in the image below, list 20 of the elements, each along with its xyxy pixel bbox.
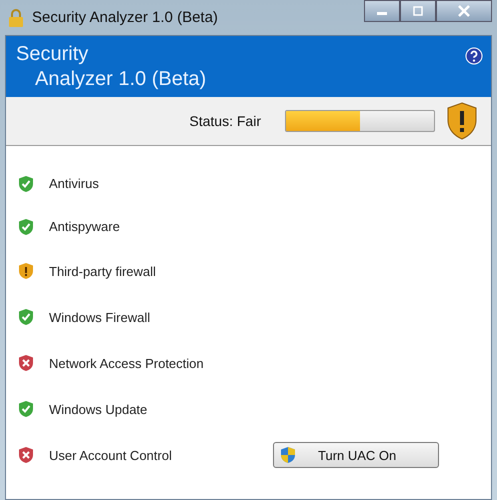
check-label: Windows Firewall [49,310,150,324]
app-subtitle: Analyzer 1.0 (Beta) [34,67,206,92]
help-icon[interactable] [465,47,483,65]
check-label: Windows Update [49,402,148,416]
maximize-button[interactable] [400,0,436,22]
check-label: Third-party firewall [49,264,156,278]
check-label: Network Access Protection [49,356,204,370]
app-title: Security [16,42,90,66]
close-button[interactable] [436,0,492,22]
padlock-icon [8,8,24,28]
minimize-button[interactable] [364,0,400,22]
shield-icon [280,446,296,464]
close-icon [457,5,471,17]
status-label: Status: Fair [189,113,261,129]
check-label: Antispyware [49,219,120,234]
check-label: User Account Control [49,448,172,462]
turn-uac-on-button[interactable]: Turn UAC On [273,442,439,468]
window-title: Security Analyzer 1.0 (Beta) [32,9,218,26]
check-label: Antivirus [49,176,99,191]
maximize-icon [411,6,425,16]
